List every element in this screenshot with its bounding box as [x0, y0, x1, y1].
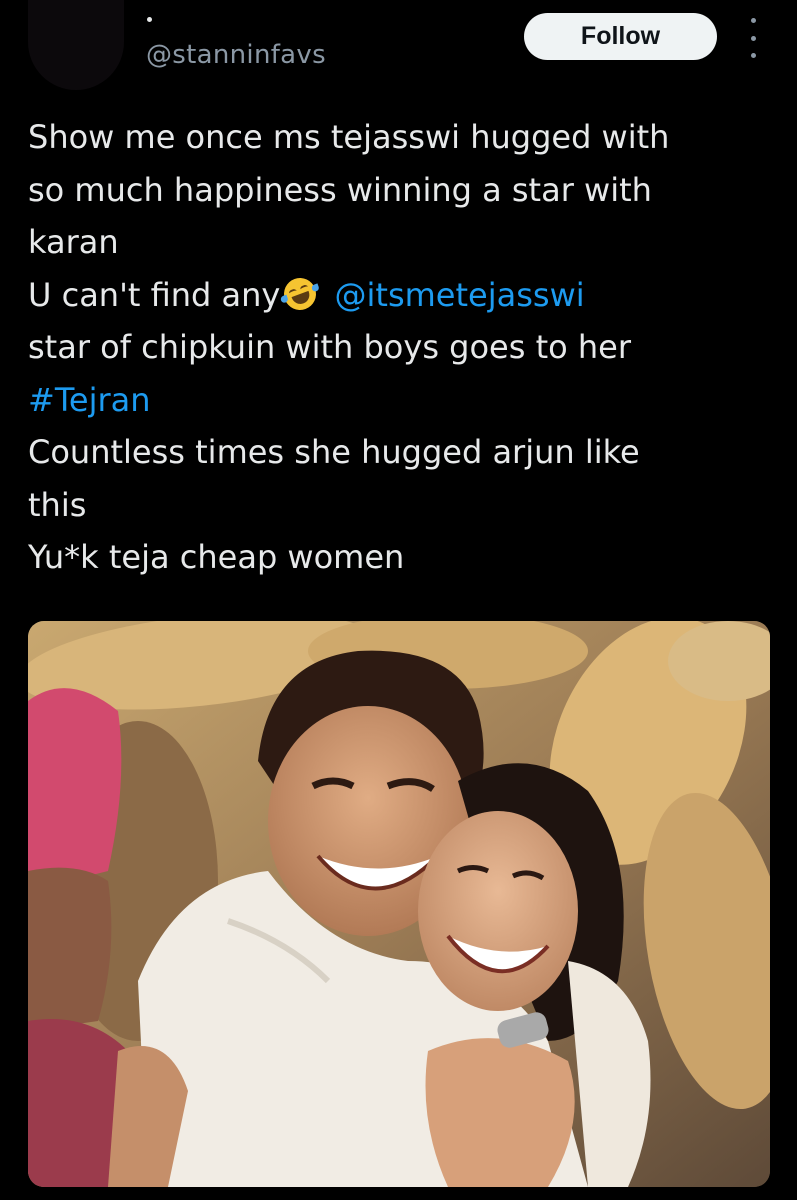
tweet-line: Countless times she hugged arjun like	[28, 433, 640, 471]
tweet-line: Show me once ms tejasswi hugged with	[28, 118, 670, 156]
follow-button[interactable]: Follow	[524, 13, 717, 60]
hashtag-link[interactable]: #Tejran	[28, 374, 778, 427]
tweet-line: Yu*k teja cheap women	[28, 538, 405, 576]
tweet-line: star of chipkuin with boys goes to her	[28, 328, 631, 366]
tweet-line-text: U can't find any	[28, 275, 281, 314]
photo-illustration	[28, 621, 770, 1187]
tweet-text: Show me once ms tejasswi hugged with so …	[28, 111, 778, 584]
tweet-line: karan	[28, 223, 119, 261]
tweet-line-with-mention: U can't find any @itsmetejasswi	[28, 269, 778, 322]
tweet-media-photo[interactable]	[28, 621, 770, 1187]
display-name-fragment	[147, 17, 152, 22]
tweet-line: this	[28, 485, 87, 524]
author-avatar[interactable]	[28, 0, 124, 90]
rolling-on-floor-laughing-emoji-icon	[279, 272, 321, 315]
tweet-line: so much happiness winning a star with	[28, 170, 652, 209]
author-handle[interactable]: @stanninfavs	[146, 40, 326, 70]
mention-link[interactable]: @itsmetejasswi	[335, 276, 585, 314]
more-options-icon[interactable]	[745, 18, 761, 58]
